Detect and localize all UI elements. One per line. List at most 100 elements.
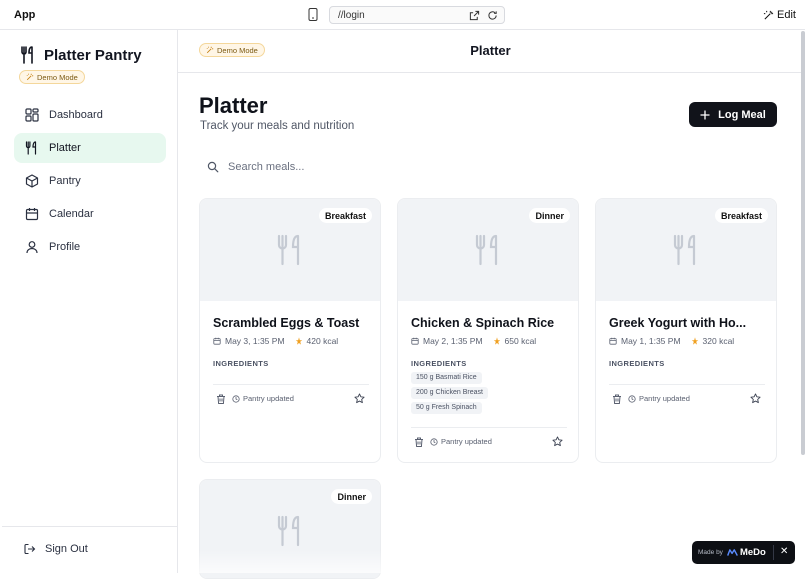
topbar-title: Platter <box>470 43 511 58</box>
scrollbar[interactable] <box>801 31 805 455</box>
sparkle-wand-icon <box>763 10 774 20</box>
external-link-icon[interactable] <box>469 10 480 21</box>
made-by-label: Made by <box>698 549 723 556</box>
edit-button[interactable]: Edit <box>763 8 796 22</box>
page-subtitle: Track your meals and nutrition <box>200 120 355 132</box>
meal-type-badge: Dinner <box>331 489 372 504</box>
meal-card[interactable]: Breakfast Greek Yogurt with Ho... May 1,… <box>595 198 777 463</box>
page-title: Platter <box>199 93 268 118</box>
sidebar-item-label: Platter <box>49 142 81 154</box>
meal-type-badge: Dinner <box>529 208 570 223</box>
utensils-placeholder-icon <box>277 234 300 266</box>
brand[interactable]: Platter Pantry <box>20 46 142 64</box>
card-footer: Pantry updated <box>411 427 567 455</box>
sidebar-item-calendar[interactable]: Calendar <box>14 199 166 229</box>
meal-title: Chicken & Spinach Rice <box>411 316 555 330</box>
search-bar[interactable] <box>200 154 777 179</box>
card-footer: Pantry updated <box>609 384 765 412</box>
sidebar: Platter Pantry Demo Mode Dashboard Platt… <box>2 30 178 573</box>
demo-mode-label: Demo Mode <box>37 72 78 82</box>
meal-type-badge: Breakfast <box>714 208 768 223</box>
trash-icon[interactable] <box>612 394 622 404</box>
brand-name: Platter Pantry <box>44 46 142 64</box>
flame-icon <box>493 337 500 345</box>
top-bar: Demo Mode Platter <box>178 30 803 73</box>
sidebar-item-label: Dashboard <box>49 109 103 121</box>
ingredient-chip: 50 g Fresh Spinach <box>411 402 482 414</box>
meal-card[interactable]: Dinner Chicken & Spinach Rice May 2, 1:3… <box>397 198 579 463</box>
sidebar-item-profile[interactable]: Profile <box>14 232 166 262</box>
flame-icon <box>691 337 698 345</box>
meal-title: Greek Yogurt with Ho... <box>609 316 747 330</box>
utensils-logo-icon <box>21 46 33 64</box>
box-icon <box>25 174 39 188</box>
ingredients-label: INGREDIENTS <box>213 359 269 368</box>
meal-kcal: 420 kcal <box>306 336 339 346</box>
meal-type-badge: Breakfast <box>318 208 372 223</box>
calendar-icon <box>609 337 617 345</box>
demo-mode-badge: Demo Mode <box>19 70 85 84</box>
edit-label: Edit <box>777 9 796 21</box>
log-meal-button[interactable]: Log Meal <box>689 102 777 127</box>
pantry-status: Pantry updated <box>441 437 492 446</box>
plus-icon <box>700 109 710 120</box>
sidebar-item-label: Calendar <box>49 208 94 220</box>
flame-icon <box>295 337 302 345</box>
trash-icon[interactable] <box>414 437 424 447</box>
device-icon[interactable] <box>308 8 318 21</box>
meal-meta: May 1, 1:35 PM 320 kcal <box>609 336 734 346</box>
sidebar-item-dashboard[interactable]: Dashboard <box>14 100 166 130</box>
trash-icon[interactable] <box>216 394 226 404</box>
url-text: //login <box>338 10 365 21</box>
url-bar[interactable]: //login <box>329 6 505 24</box>
made-by-medo-badge[interactable]: Made by MeDo ✕ <box>692 541 795 564</box>
medo-logo-icon <box>726 549 738 556</box>
medo-name: MeDo <box>739 547 766 558</box>
utensils-placeholder-icon <box>475 234 498 266</box>
close-icon[interactable]: ✕ <box>780 546 788 557</box>
meal-image-placeholder: Breakfast <box>200 199 380 301</box>
meal-date: May 2, 1:35 PM <box>423 336 483 346</box>
ingredient-chip: 200 g Chicken Breast <box>411 387 488 399</box>
meal-image-placeholder: Dinner <box>200 480 380 578</box>
clock-icon <box>430 437 438 446</box>
sidebar-item-platter[interactable]: Platter <box>14 133 166 163</box>
meal-kcal: 650 kcal <box>504 336 537 346</box>
clock-icon <box>232 394 240 403</box>
sidebar-nav: Dashboard Platter Pantry Calendar Profil… <box>14 100 166 265</box>
meal-date: May 3, 1:35 PM <box>225 336 285 346</box>
meal-card[interactable]: Dinner <box>199 479 381 579</box>
meal-meta: May 3, 1:35 PM 420 kcal <box>213 336 338 346</box>
log-meal-label: Log Meal <box>718 108 766 121</box>
sidebar-divider <box>2 526 177 527</box>
star-icon[interactable] <box>552 436 563 447</box>
sign-out-icon <box>24 543 36 555</box>
sign-out-button[interactable]: Sign Out <box>24 543 88 555</box>
calendar-icon <box>411 337 419 345</box>
meal-title: Scrambled Eggs & Toast <box>213 316 360 330</box>
star-icon[interactable] <box>354 393 365 404</box>
pantry-status: Pantry updated <box>639 394 690 403</box>
ingredient-chip: 150 g Basmati Rice <box>411 372 482 384</box>
search-input[interactable] <box>228 160 728 173</box>
meal-image-placeholder: Breakfast <box>596 199 776 301</box>
meal-image-placeholder: Dinner <box>398 199 578 301</box>
ingredients-label: INGREDIENTS <box>411 359 467 368</box>
reload-icon[interactable] <box>487 10 498 21</box>
divider <box>773 545 774 560</box>
meal-date: May 1, 1:35 PM <box>621 336 681 346</box>
dashboard-icon <box>25 108 39 122</box>
utensils-icon <box>25 141 37 155</box>
star-icon[interactable] <box>750 393 761 404</box>
meal-card[interactable]: Breakfast Scrambled Eggs & Toast May 3, … <box>199 198 381 463</box>
sign-out-label: Sign Out <box>45 543 88 555</box>
app-label: App <box>14 9 36 21</box>
card-footer: Pantry updated <box>213 384 369 412</box>
ingredients-label: INGREDIENTS <box>609 359 665 368</box>
browser-toolbar: App //login Edit <box>0 0 805 30</box>
calendar-icon <box>213 337 221 345</box>
sidebar-item-label: Profile <box>49 241 81 253</box>
sidebar-item-label: Pantry <box>49 175 81 187</box>
ingredient-list: 150 g Basmati Rice 200 g Chicken Breast … <box>411 372 488 414</box>
sidebar-item-pantry[interactable]: Pantry <box>14 166 166 196</box>
